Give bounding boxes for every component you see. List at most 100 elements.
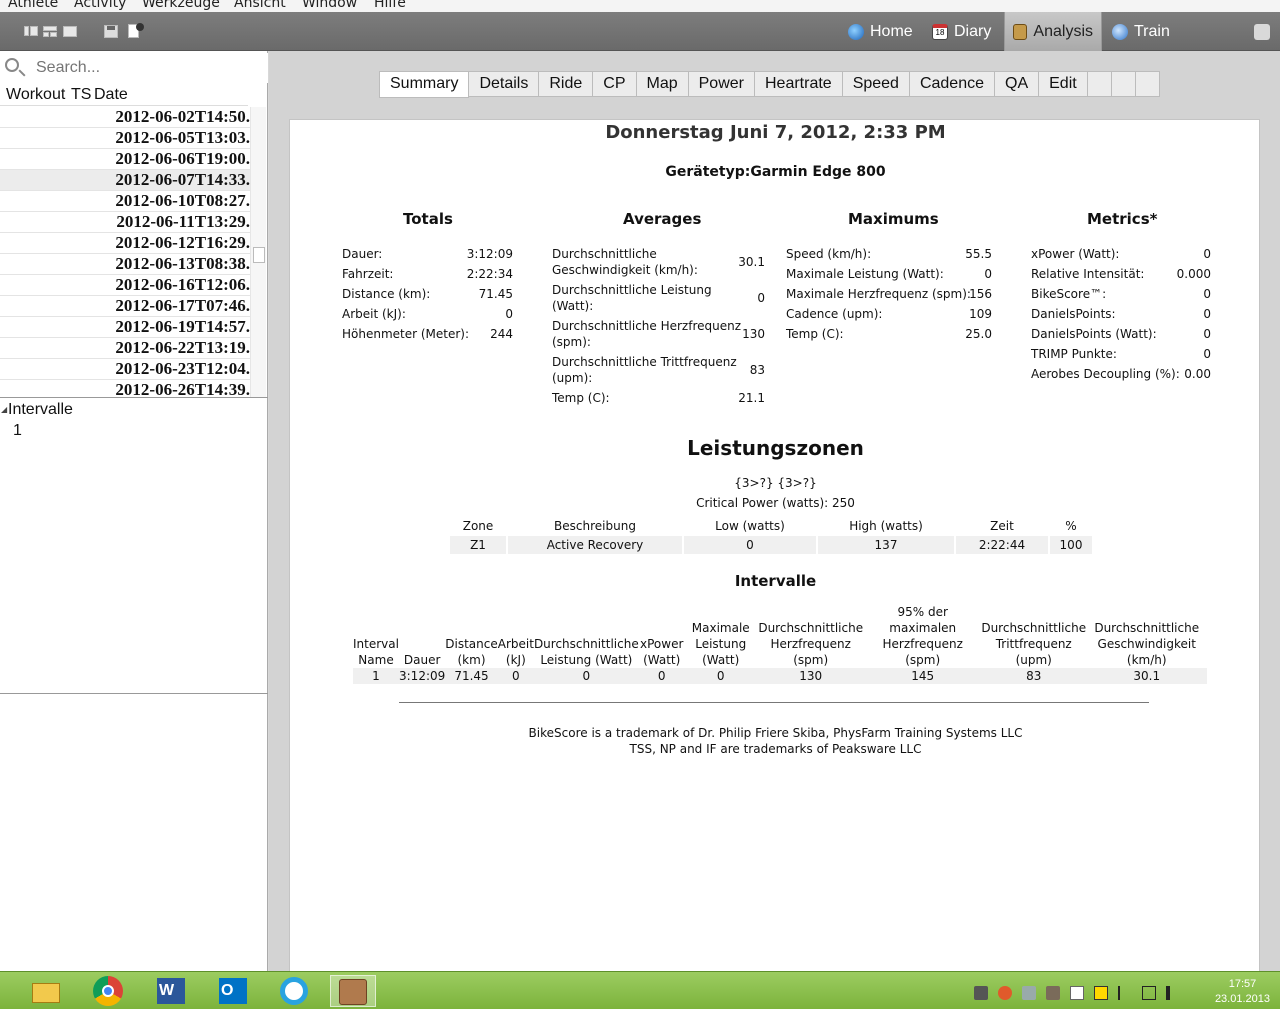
column-date[interactable]: Date bbox=[94, 86, 128, 104]
maximums-row: Maximale Herzfrequenz (spm): 156 bbox=[786, 286, 992, 302]
chrome-icon[interactable] bbox=[92, 975, 124, 1007]
search-input[interactable] bbox=[36, 57, 256, 79]
layout-checklist-icon[interactable] bbox=[63, 24, 77, 38]
ride-row[interactable]: 2012-06-12T16:29. bbox=[0, 233, 250, 254]
header-line: 95% der bbox=[897, 605, 948, 619]
tab-speed[interactable]: Speed bbox=[842, 71, 910, 97]
tray-flag-icon[interactable] bbox=[1118, 986, 1132, 1000]
tab-power[interactable]: Power bbox=[688, 71, 755, 97]
tray-keyboard-icon[interactable] bbox=[1022, 986, 1036, 1000]
menu-window[interactable]: Window bbox=[302, 0, 357, 11]
nav-home-label: Home bbox=[870, 22, 913, 40]
tray-window-icon[interactable] bbox=[1070, 986, 1084, 1000]
file-explorer-icon[interactable] bbox=[30, 975, 62, 1007]
tab-ride[interactable]: Ride bbox=[539, 71, 594, 97]
tray-onenote-icon[interactable] bbox=[974, 986, 988, 1000]
metrics-heading: Metrics* bbox=[1087, 210, 1158, 228]
internet-explorer-icon[interactable] bbox=[278, 975, 310, 1007]
header-line: Trittfrequenz bbox=[995, 637, 1072, 651]
menu-athlete[interactable]: Athlete bbox=[8, 0, 58, 11]
interval-item[interactable]: 1 bbox=[13, 422, 22, 440]
zones-template-text: {3>?} {3>?} bbox=[734, 476, 817, 490]
totals-row: Distance (km): 71.45 bbox=[342, 286, 513, 302]
menu-activity[interactable]: Activity bbox=[74, 0, 126, 11]
tray-network-icon[interactable] bbox=[1142, 986, 1156, 1000]
tab-empty[interactable] bbox=[1087, 71, 1112, 97]
scrollbar-thumb[interactable] bbox=[253, 247, 265, 263]
ride-row[interactable]: 2012-06-06T19:00. bbox=[0, 149, 250, 170]
intervals-cell: 145 bbox=[864, 668, 981, 684]
ride-row[interactable]: 2012-06-16T12:06. bbox=[0, 275, 250, 296]
sidebar-divider-lower[interactable] bbox=[0, 693, 268, 694]
tray-hc-icon[interactable] bbox=[1094, 986, 1108, 1000]
ride-row[interactable]: 2012-06-07T14:33. bbox=[0, 170, 250, 191]
sidebar-divider[interactable] bbox=[0, 397, 268, 398]
intervals-column-header: Interval Name bbox=[353, 604, 399, 668]
word-icon[interactable]: W bbox=[155, 975, 187, 1007]
athlete-add-icon[interactable] bbox=[1254, 24, 1270, 40]
nav-train-button[interactable]: Train bbox=[1104, 12, 1178, 51]
header-line: Durchschnittliche bbox=[758, 621, 864, 635]
nav-home-button[interactable]: Home bbox=[840, 12, 921, 51]
header-line: maximalen bbox=[889, 621, 957, 635]
outlook-icon[interactable]: O bbox=[217, 975, 249, 1007]
zones-cell: 137 bbox=[818, 536, 954, 554]
intervals-cell: 71.45 bbox=[445, 668, 498, 684]
ride-row[interactable]: 2012-06-10T08:27. bbox=[0, 191, 250, 212]
averages-row: Durchschnittliche Trittfrequenz (upm): 83 bbox=[552, 354, 765, 386]
save-icon[interactable] bbox=[104, 24, 118, 38]
collapse-triangle-icon[interactable]: ◢ bbox=[1, 405, 7, 414]
new-document-icon[interactable] bbox=[128, 23, 144, 38]
column-ts[interactable]: TS bbox=[71, 86, 91, 104]
tab-details[interactable]: Details bbox=[469, 71, 540, 97]
tab-map[interactable]: Map bbox=[636, 71, 689, 97]
ride-row[interactable]: 2012-06-11T13:29. bbox=[0, 212, 250, 233]
golden-cheetah-icon[interactable] bbox=[330, 975, 376, 1007]
tab-cp[interactable]: CP bbox=[593, 71, 637, 97]
ride-list-scrollbar[interactable] bbox=[250, 107, 266, 397]
search-icon bbox=[5, 58, 19, 72]
layout-split-icon[interactable] bbox=[43, 24, 57, 38]
header-line: (upm) bbox=[1015, 653, 1052, 667]
nav-diary-button[interactable]: 18 Diary bbox=[924, 12, 999, 51]
tab-summary[interactable]: Summary bbox=[379, 71, 470, 98]
nav-analysis-button[interactable]: Analysis bbox=[1004, 12, 1102, 51]
tab-heartrate[interactable]: Heartrate bbox=[754, 71, 843, 97]
zones-cell: Z1 bbox=[450, 536, 506, 554]
tab-cadence[interactable]: Cadence bbox=[909, 71, 995, 97]
intervals-tree-label[interactable]: Intervalle bbox=[8, 401, 73, 419]
menu-hilfe[interactable]: Hilfe bbox=[374, 0, 406, 11]
ride-row[interactable]: 2012-06-19T14:57. bbox=[0, 317, 250, 338]
metric-label: TRIMP Punkte: bbox=[1031, 347, 1117, 361]
tray-volume-icon[interactable] bbox=[1166, 986, 1180, 1000]
ride-row[interactable]: 2012-06-17T07:46. bbox=[0, 296, 250, 317]
menu-ansicht[interactable]: Ansicht bbox=[234, 0, 286, 11]
ride-row[interactable]: 2012-06-13T08:38. bbox=[0, 254, 250, 275]
zones-column-header: High (watts) bbox=[849, 519, 923, 533]
system-clock[interactable]: 17:57 23.01.2013 bbox=[1215, 977, 1270, 1007]
column-workout[interactable]: Workout bbox=[6, 86, 65, 104]
intervals-column-header: Durchschnittliche Herzfrequenz (spm) bbox=[757, 604, 865, 668]
metric-value: 2:22:34 bbox=[466, 267, 513, 281]
metric-value: 0 bbox=[984, 267, 992, 281]
metric-label: DanielsPoints: bbox=[1031, 307, 1116, 321]
tab-edit[interactable]: Edit bbox=[1039, 71, 1088, 97]
intervals-cell: 83 bbox=[980, 668, 1087, 684]
tab-qa[interactable]: QA bbox=[995, 71, 1040, 97]
maximums-row: Maximale Leistung (Watt): 0 bbox=[786, 266, 992, 282]
menu-werkzeuge[interactable]: Werkzeuge bbox=[142, 0, 220, 11]
ride-row[interactable]: 2012-06-05T13:03. bbox=[0, 128, 250, 149]
totals-row: Fahrzeit: 2:22:34 bbox=[342, 266, 513, 282]
ride-row[interactable]: 2012-06-26T14:39. bbox=[0, 380, 250, 397]
tab-empty[interactable] bbox=[1135, 71, 1160, 97]
tray-users-icon[interactable] bbox=[1046, 986, 1060, 1000]
ride-row[interactable]: 2012-06-23T12:04. bbox=[0, 359, 250, 380]
metric-value: 0.00 bbox=[1184, 367, 1211, 381]
ride-row[interactable]: 2012-06-02T14:50. bbox=[0, 107, 250, 128]
metric-label: Cadence (upm): bbox=[786, 307, 883, 321]
tray-update-icon[interactable] bbox=[998, 986, 1012, 1000]
ride-row[interactable]: 2012-06-22T13:19. bbox=[0, 338, 250, 359]
tab-empty[interactable] bbox=[1111, 71, 1136, 97]
layout-sidebar-icon[interactable] bbox=[24, 24, 38, 38]
intervals-column-header: Durchschnittliche Leistung (Watt) bbox=[534, 604, 639, 668]
